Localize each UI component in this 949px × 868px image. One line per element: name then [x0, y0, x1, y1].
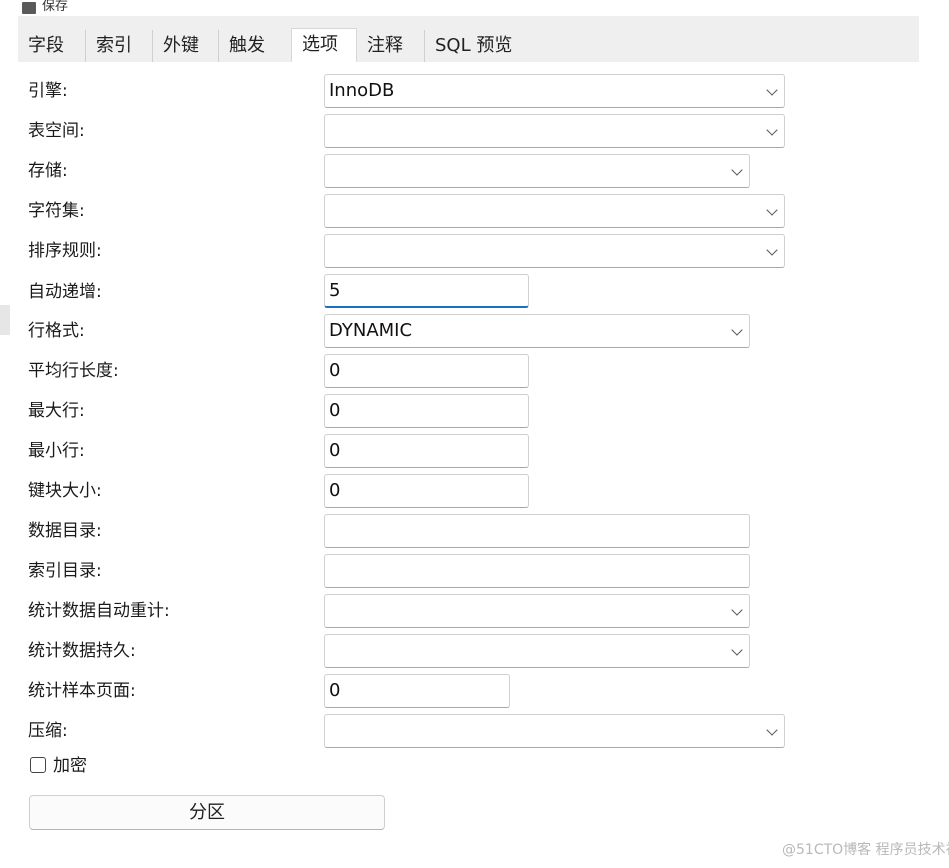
auto-increment-label: 自动递增:: [28, 282, 102, 302]
index-directory-input[interactable]: [324, 554, 750, 588]
min-rows-input[interactable]: 0: [324, 434, 529, 468]
encryption-label[interactable]: 加密: [53, 756, 87, 776]
stats-persistent-select[interactable]: [324, 634, 750, 668]
stats-sample-pages-label: 统计样本页面:: [28, 681, 136, 701]
save-label[interactable]: 保存: [42, 0, 68, 14]
avg-row-length-value: 0: [329, 360, 341, 381]
key-block-size-label: 键块大小:: [28, 481, 102, 501]
toolbar: 保存: [0, 0, 949, 16]
compression-select[interactable]: [324, 714, 785, 748]
tab-bar: 字段 索引 外键 触发器 选项 注释 SQL 预览: [18, 16, 919, 88]
max-rows-value: 0: [329, 400, 341, 421]
chevron-down-icon: [766, 124, 778, 136]
splitter-handle[interactable]: [0, 305, 10, 335]
row-format-value: DYNAMIC: [329, 320, 413, 341]
storage-label: 存储:: [28, 161, 68, 181]
max-rows-input[interactable]: 0: [324, 394, 529, 428]
min-rows-label: 最小行:: [28, 441, 85, 461]
chevron-down-icon: [731, 604, 743, 616]
avg-row-length-label: 平均行长度:: [28, 361, 119, 381]
row-format-label: 行格式:: [28, 321, 85, 341]
stats-sample-pages-input[interactable]: 0: [324, 674, 510, 708]
save-icon[interactable]: [22, 2, 36, 14]
charset-label: 字符集:: [28, 201, 85, 221]
avg-row-length-input[interactable]: 0: [324, 354, 529, 388]
stats-auto-recalc-label: 统计数据自动重计:: [28, 601, 170, 621]
tab-options[interactable]: 选项: [291, 28, 357, 62]
tab-fields[interactable]: 字段: [18, 30, 86, 62]
chevron-down-icon: [766, 724, 778, 736]
row-format-select[interactable]: DYNAMIC: [324, 314, 750, 348]
storage-select[interactable]: [324, 154, 750, 188]
tab-triggers[interactable]: 触发器: [219, 30, 291, 88]
tab-comments[interactable]: 注释: [357, 30, 425, 62]
stats-auto-recalc-select[interactable]: [324, 594, 750, 628]
tablespace-label: 表空间:: [28, 121, 85, 141]
key-block-size-input[interactable]: 0: [324, 474, 529, 508]
tab-indexes[interactable]: 索引: [86, 30, 153, 62]
index-directory-label: 索引目录:: [28, 561, 102, 581]
chevron-down-icon: [731, 644, 743, 656]
max-rows-label: 最大行:: [28, 401, 85, 421]
auto-increment-input[interactable]: 5: [324, 274, 529, 308]
tab-foreign-keys[interactable]: 外键: [153, 30, 219, 62]
tab-sql-preview[interactable]: SQL 预览: [425, 30, 525, 62]
chevron-down-icon: [766, 84, 778, 96]
watermark: @51CTO博客 程序员技术社区: [782, 842, 949, 858]
engine-label: 引擎:: [28, 81, 68, 101]
min-rows-value: 0: [329, 440, 341, 461]
engine-value: InnoDB: [329, 80, 395, 101]
charset-select[interactable]: [324, 194, 785, 228]
auto-increment-value: 5: [329, 280, 341, 301]
compression-label: 压缩:: [28, 721, 68, 741]
data-directory-input[interactable]: [324, 514, 750, 548]
collation-select[interactable]: [324, 234, 785, 268]
engine-select[interactable]: InnoDB: [324, 74, 785, 108]
chevron-down-icon: [766, 204, 778, 216]
chevron-down-icon: [731, 164, 743, 176]
collation-label: 排序规则:: [28, 241, 102, 261]
encryption-checkbox[interactable]: [30, 757, 46, 773]
chevron-down-icon: [766, 244, 778, 256]
tablespace-select[interactable]: [324, 114, 785, 148]
data-directory-label: 数据目录:: [28, 521, 102, 541]
chevron-down-icon: [731, 324, 743, 336]
key-block-size-value: 0: [329, 480, 341, 501]
partition-button[interactable]: 分区: [29, 795, 385, 830]
stats-persistent-label: 统计数据持久:: [28, 641, 136, 661]
stats-sample-pages-value: 0: [329, 680, 341, 701]
